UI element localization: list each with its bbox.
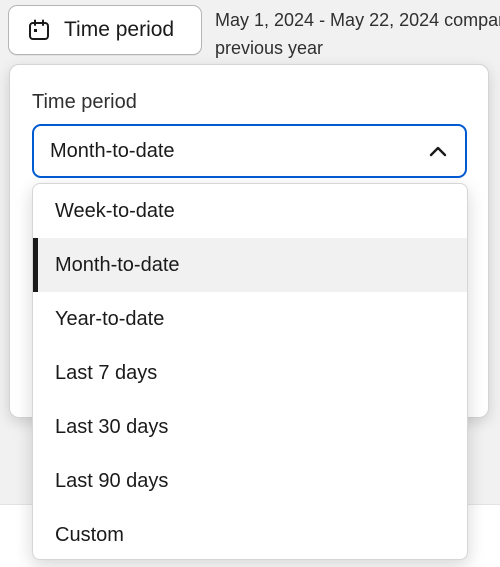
option-month-to-date[interactable]: Month-to-date xyxy=(33,238,467,292)
option-last-90-days[interactable]: Last 90 days xyxy=(33,454,467,508)
top-bar: Time period May 1, 2024 - May 22, 2024 c… xyxy=(0,0,500,64)
calendar-icon xyxy=(28,19,50,41)
option-custom[interactable]: Custom xyxy=(33,508,467,559)
option-last-30-days[interactable]: Last 30 days xyxy=(33,400,467,454)
option-year-to-date[interactable]: Year-to-date xyxy=(33,292,467,346)
option-label: Custom xyxy=(55,523,124,546)
option-label: Month-to-date xyxy=(55,253,180,276)
time-period-label: Time period xyxy=(32,91,137,113)
page: Time period May 1, 2024 - May 22, 2024 c… xyxy=(0,0,500,567)
time-period-select-value: Month-to-date xyxy=(50,139,175,162)
option-label: Year-to-date xyxy=(55,307,165,330)
time-period-dropdown: Week-to-date Month-to-date Year-to-date … xyxy=(32,183,468,560)
time-period-button-label: Time period xyxy=(64,18,175,41)
selected-indicator xyxy=(33,238,38,292)
time-period-select[interactable]: Month-to-date xyxy=(32,124,467,178)
option-label: Last 90 days xyxy=(55,469,169,492)
date-range-summary: May 1, 2024 - May 22, 2024 compared to p… xyxy=(215,6,500,62)
chevron-up-icon xyxy=(427,140,449,162)
option-label: Last 7 days xyxy=(55,361,158,384)
option-last-7-days[interactable]: Last 7 days xyxy=(33,346,467,400)
date-range-line-2: previous year xyxy=(215,38,324,58)
option-label: Last 30 days xyxy=(55,415,169,438)
option-week-to-date[interactable]: Week-to-date xyxy=(33,184,467,238)
option-label: Week-to-date xyxy=(55,199,175,222)
time-period-button[interactable]: Time period xyxy=(8,5,202,55)
date-range-line-1: May 1, 2024 - May 22, 2024 compared to xyxy=(215,10,500,30)
